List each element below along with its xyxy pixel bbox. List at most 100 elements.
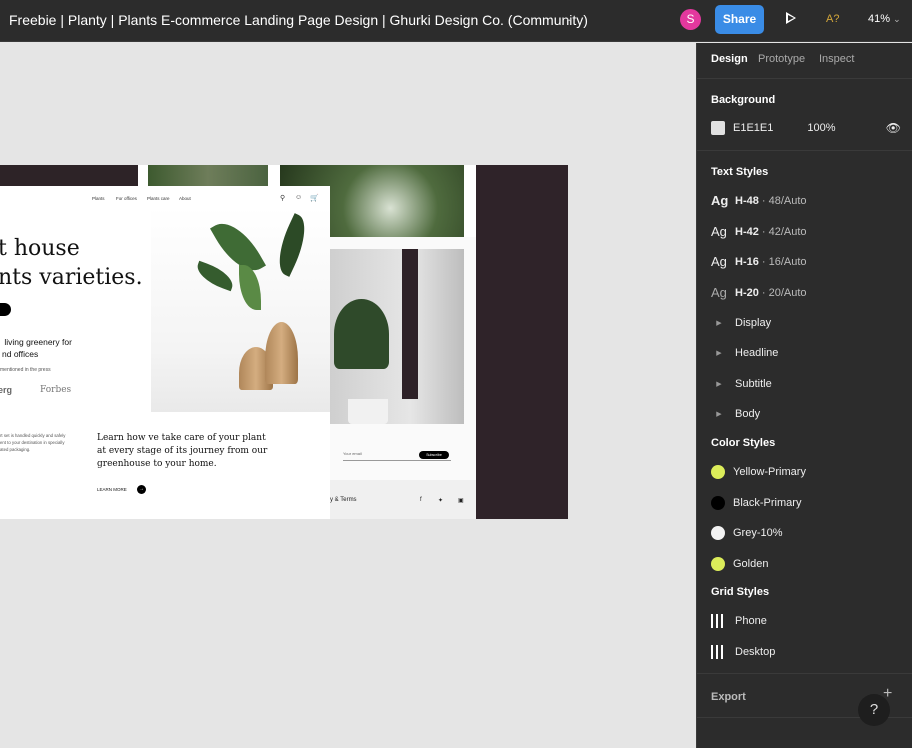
text-style-meta: · 16/Auto: [758, 255, 807, 268]
color-style-yellow-primary[interactable]: Yellow-Primary: [711, 465, 806, 479]
learn-more-link: LEARN MORE: [97, 487, 127, 492]
text-style-sample: Ag: [711, 224, 727, 239]
caret-right-icon: ▶: [716, 381, 722, 388]
text-style-h20[interactable]: Ag H-20 · 20/Auto: [711, 285, 807, 300]
group-label: Subtitle: [735, 378, 772, 390]
instagram-icon: ▣: [458, 498, 464, 504]
press-logo-forbes: Forbes: [40, 385, 72, 395]
tab-prototype[interactable]: Prototype: [758, 53, 805, 65]
dark-section: [0, 165, 138, 186]
text-style-meta: · 20/Auto: [758, 286, 807, 299]
color-swatch: [711, 526, 725, 540]
text-style-name: H-20: [735, 286, 759, 299]
share-button[interactable]: Share: [715, 5, 764, 34]
color-swatch: [711, 557, 725, 571]
color-style-name: Grey-10%: [733, 527, 783, 539]
group-body[interactable]: ▶ Body: [711, 408, 760, 420]
color-style-name: Black-Primary: [733, 497, 802, 509]
twitter-icon: ✦: [438, 498, 444, 504]
grid-style-desktop[interactable]: Desktop: [711, 645, 775, 659]
background-row[interactable]: E1E1E1 100% 👁: [711, 121, 901, 135]
cart-icon: 🛒: [310, 195, 319, 202]
care-text: Learn how ve take care of your plant at …: [97, 433, 268, 469]
nav-plants: Plants: [92, 196, 105, 201]
help-button[interactable]: ?: [858, 694, 890, 726]
tab-design[interactable]: Design: [711, 53, 748, 65]
pot-image: [348, 399, 388, 424]
nav-offices: For offices: [116, 196, 137, 201]
properties-panel: Design Prototype Inspect Background E1E1…: [696, 43, 912, 748]
shop-button: [0, 303, 11, 316]
color-styles-heading: Color Styles: [711, 437, 776, 449]
tab-inspect[interactable]: Inspect: [819, 53, 854, 65]
color-style-golden[interactable]: Golden: [711, 557, 768, 571]
color-style-black-primary[interactable]: Black-Primary: [711, 496, 801, 510]
export-heading[interactable]: Export: [711, 691, 746, 703]
artboard-preview[interactable]: Your email Subscribe y & Terms f ✦ ▣ Pla…: [0, 165, 568, 519]
grid-style-phone[interactable]: Phone: [711, 614, 767, 628]
text-style-sample: Ag: [711, 285, 727, 300]
color-style-grey-10[interactable]: Grey-10%: [711, 526, 783, 540]
room-plant-photo: [330, 249, 464, 424]
plant-image: [334, 299, 389, 369]
text-style-sample: Ag: [711, 193, 729, 208]
footer: y & Terms f ✦ ▣: [330, 480, 476, 519]
text-style-name: H-42: [735, 225, 759, 238]
hero-plant-image: [151, 207, 330, 412]
grid-style-name: Phone: [735, 615, 767, 627]
chevron-down-icon[interactable]: ⌄: [565, 13, 573, 24]
grid-styles-heading: Grid Styles: [711, 586, 770, 598]
background-swatch[interactable]: [711, 121, 725, 135]
text-style-meta: · 48/Auto: [758, 194, 807, 207]
text-style-meta: · 42/Auto: [758, 225, 807, 238]
background-opacity[interactable]: 100%: [807, 122, 835, 134]
group-subtitle[interactable]: ▶ Subtitle: [711, 378, 772, 390]
missing-fonts-button[interactable]: A?: [826, 13, 839, 25]
press-text: mentioned in the press: [0, 367, 51, 373]
search-icon: ⚲: [280, 195, 286, 202]
nav-care: Plants care: [147, 196, 170, 201]
group-label: Headline: [735, 347, 779, 359]
panel-tabs: Design Prototype Inspect: [697, 43, 912, 79]
text-style-h16[interactable]: Ag H-16 · 16/Auto: [711, 254, 807, 269]
color-swatch: [711, 496, 725, 510]
zoom-dropdown[interactable]: 41% ⌄: [868, 13, 901, 25]
footer-text: y & Terms: [330, 497, 357, 503]
text-styles-heading: Text Styles: [711, 166, 769, 178]
group-label: Body: [735, 408, 761, 420]
top-toolbar: Freebie | Planty | Plants E-commerce Lan…: [0, 0, 912, 42]
text-style-sample: Ag: [711, 254, 727, 269]
file-title[interactable]: Freebie | Planty | Plants E-commerce Lan…: [9, 12, 588, 28]
grid-icon: [711, 645, 727, 659]
shipping-text: rt set is handled quickly and safely ent…: [0, 433, 66, 452]
purple-section: [476, 165, 568, 519]
avatar[interactable]: S: [680, 9, 701, 30]
chevron-down-icon: ⌄: [893, 14, 901, 24]
present-play-icon[interactable]: [786, 12, 796, 24]
eye-icon[interactable]: 👁: [886, 121, 901, 135]
group-label: Display: [735, 317, 772, 329]
color-style-name: Yellow-Primary: [733, 466, 806, 478]
color-swatch: [711, 465, 725, 479]
background-heading: Background: [711, 94, 776, 106]
caret-right-icon: ▶: [716, 411, 722, 418]
color-style-name: Golden: [733, 558, 769, 570]
text-style-name: H-48: [735, 194, 759, 207]
subscribe-button: Subscribe: [419, 451, 449, 459]
group-display[interactable]: ▶ Display: [711, 317, 771, 329]
arrow-right-icon: →: [137, 485, 146, 494]
text-style-h42[interactable]: Ag H-42 · 42/Auto: [711, 224, 807, 239]
caret-right-icon: ▶: [716, 320, 722, 327]
plants-photo: [148, 165, 268, 186]
grid-style-name: Desktop: [735, 646, 776, 658]
curtain: [402, 249, 418, 399]
press-logo-bloomberg: erg: [0, 385, 13, 395]
group-headline[interactable]: ▶ Headline: [711, 347, 778, 359]
text-style-name: H-16: [735, 255, 759, 268]
facebook-icon: f: [420, 497, 422, 503]
zoom-level: 41%: [868, 13, 891, 25]
nav-about: About: [179, 196, 191, 201]
text-style-h48[interactable]: Ag H-48 · 48/Auto: [711, 193, 807, 208]
background-hex[interactable]: E1E1E1: [733, 122, 773, 134]
user-icon: ☺: [295, 194, 303, 201]
